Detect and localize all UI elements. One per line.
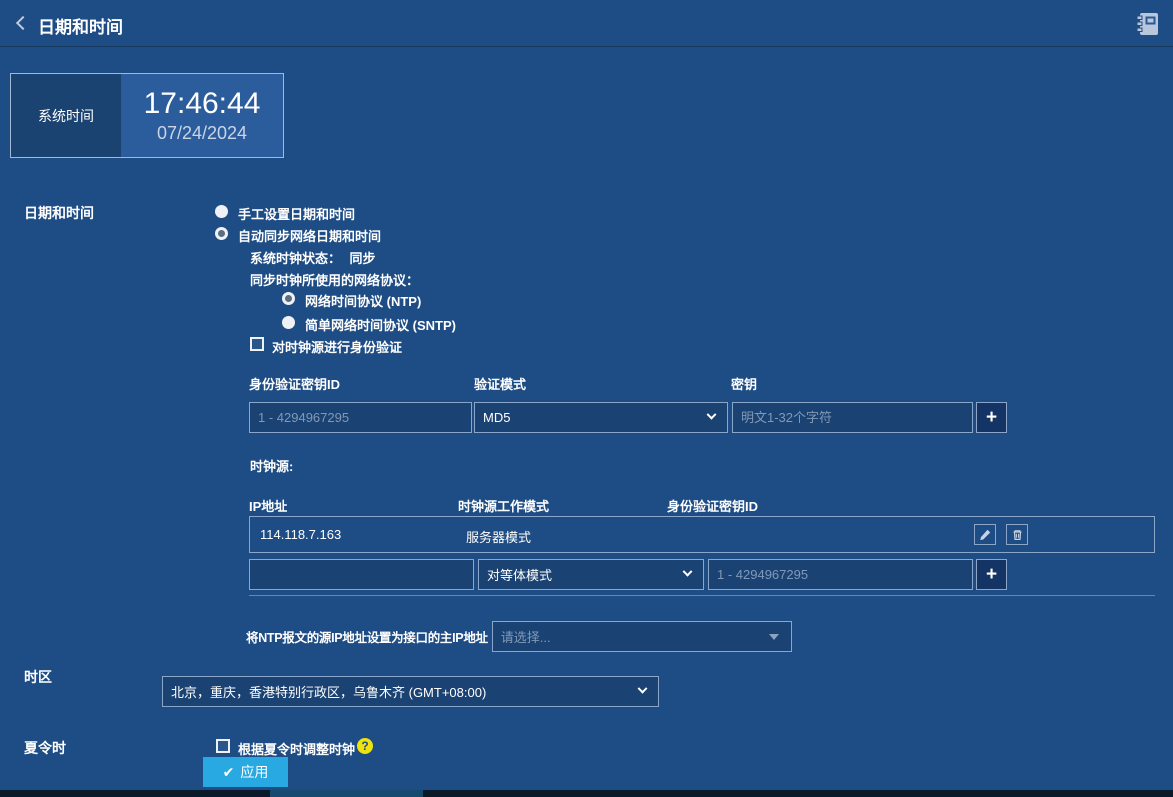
- edit-row-button[interactable]: [974, 524, 996, 545]
- page-title: 日期和时间: [38, 18, 123, 37]
- auth-key-id-input[interactable]: [249, 402, 472, 433]
- timezone-section-label: 时区: [24, 669, 52, 685]
- radio-sntp[interactable]: [282, 316, 295, 329]
- horizontal-scrollbar-thumb[interactable]: [270, 790, 423, 797]
- chevron-down-icon: [706, 409, 717, 420]
- system-time-label: 系统时间: [11, 74, 121, 157]
- chevron-down-icon: [637, 683, 648, 694]
- clock-status-label: 系统时钟状态：: [250, 251, 342, 266]
- triangle-down-icon: [768, 633, 779, 640]
- auth-key-column-header: 密钥: [731, 377, 758, 392]
- ntp-source-placeholder: 请选择...: [500, 630, 551, 645]
- radio-auto-sync-label: 自动同步网络日期和时间: [238, 229, 382, 244]
- cs-key-id-column-header: 身份验证密钥ID: [667, 499, 759, 514]
- cs-new-ip-input[interactable]: [249, 559, 474, 590]
- auth-mode-column-header: 验证模式: [474, 377, 527, 392]
- radio-ntp-label: 网络时间协议 (NTP): [305, 294, 422, 309]
- radio-sntp-label: 简单网络时间协议 (SNTP): [305, 318, 456, 333]
- pencil-icon: [979, 529, 990, 541]
- auth-mode-select[interactable]: MD5: [474, 402, 728, 433]
- apply-button[interactable]: ✔ 应用: [203, 757, 288, 787]
- radio-ntp[interactable]: [282, 292, 295, 305]
- protocol-label: 同步时钟所使用的网络协议：: [250, 273, 420, 288]
- radio-auto-sync[interactable]: [215, 227, 228, 240]
- dst-section-label: 夏令时: [24, 740, 66, 756]
- page-header: 日期和时间: [0, 0, 1173, 47]
- help-icon[interactable]: ?: [357, 738, 373, 754]
- auth-key-id-column-header: 身份验证密钥ID: [249, 377, 341, 392]
- auth-source-checkbox[interactable]: [250, 337, 264, 351]
- add-clock-source-button[interactable]: +: [976, 559, 1007, 590]
- apply-button-label: 应用: [240, 764, 269, 780]
- dst-checkbox-label: 根据夏令时调整时钟: [238, 742, 356, 757]
- cs-row-ip-value: 114.118.7.163: [260, 527, 342, 542]
- clock-source-table-row: 114.118.7.163 服务器模式: [249, 516, 1155, 553]
- clock-status-row: 系统时钟状态： 同步: [250, 248, 375, 268]
- dst-checkbox[interactable]: [216, 739, 230, 753]
- clock-status-value: 同步: [349, 251, 376, 266]
- auth-key-input[interactable]: [732, 402, 973, 433]
- system-time-display: 17:46:44 07/24/2024: [121, 74, 283, 157]
- cs-new-mode-select[interactable]: 对等体模式: [478, 559, 704, 590]
- radio-manual-set[interactable]: [215, 205, 228, 218]
- delete-row-button[interactable]: [1006, 524, 1028, 545]
- ntp-source-row: 将NTP报文的源IP地址设置为接口的主IP地址 请选择...: [246, 621, 792, 652]
- cs-new-mode-selected-value: 对等体模式: [487, 568, 553, 583]
- ntp-source-label: 将NTP报文的源IP地址设置为接口的主IP地址: [246, 631, 488, 645]
- chevron-down-icon: [682, 566, 693, 577]
- horizontal-scrollbar-track[interactable]: [0, 790, 1173, 797]
- add-auth-key-button[interactable]: +: [976, 402, 1007, 433]
- auth-source-checkbox-label: 对时钟源进行身份验证: [272, 340, 403, 355]
- check-icon: ✔: [222, 763, 235, 780]
- system-time-value: 17:46:44: [143, 86, 261, 120]
- system-time-card: 系统时间 17:46:44 07/24/2024: [10, 73, 284, 158]
- clock-source-label: 时钟源:: [250, 459, 294, 474]
- back-chevron-icon[interactable]: [15, 15, 31, 31]
- table-bottom-divider: [249, 595, 1155, 596]
- system-date-value: 07/24/2024: [156, 122, 248, 143]
- timezone-select[interactable]: 北京，重庆，香港特别行政区，乌鲁木齐 (GMT+08:00): [162, 676, 659, 707]
- cs-row-mode-value: 服务器模式: [466, 530, 532, 545]
- trash-icon: [1012, 530, 1022, 540]
- auth-mode-selected-value: MD5: [483, 410, 511, 425]
- datetime-section-label: 日期和时间: [24, 205, 94, 221]
- radio-manual-set-label: 手工设置日期和时间: [238, 207, 356, 222]
- log-notebook-icon[interactable]: [1134, 11, 1160, 37]
- cs-new-key-id-input[interactable]: [708, 559, 973, 590]
- date-time-settings-page: 日期和时间 系统时间 17:46:44 07/24/2024 日期和时间 手工设…: [0, 0, 1173, 797]
- cs-mode-column-header: 时钟源工作模式: [458, 499, 550, 514]
- cs-ip-column-header: IP地址: [249, 499, 288, 514]
- timezone-selected-value: 北京，重庆，香港特别行政区，乌鲁木齐 (GMT+08:00): [171, 685, 487, 700]
- ntp-source-interface-select[interactable]: 请选择...: [491, 621, 792, 652]
